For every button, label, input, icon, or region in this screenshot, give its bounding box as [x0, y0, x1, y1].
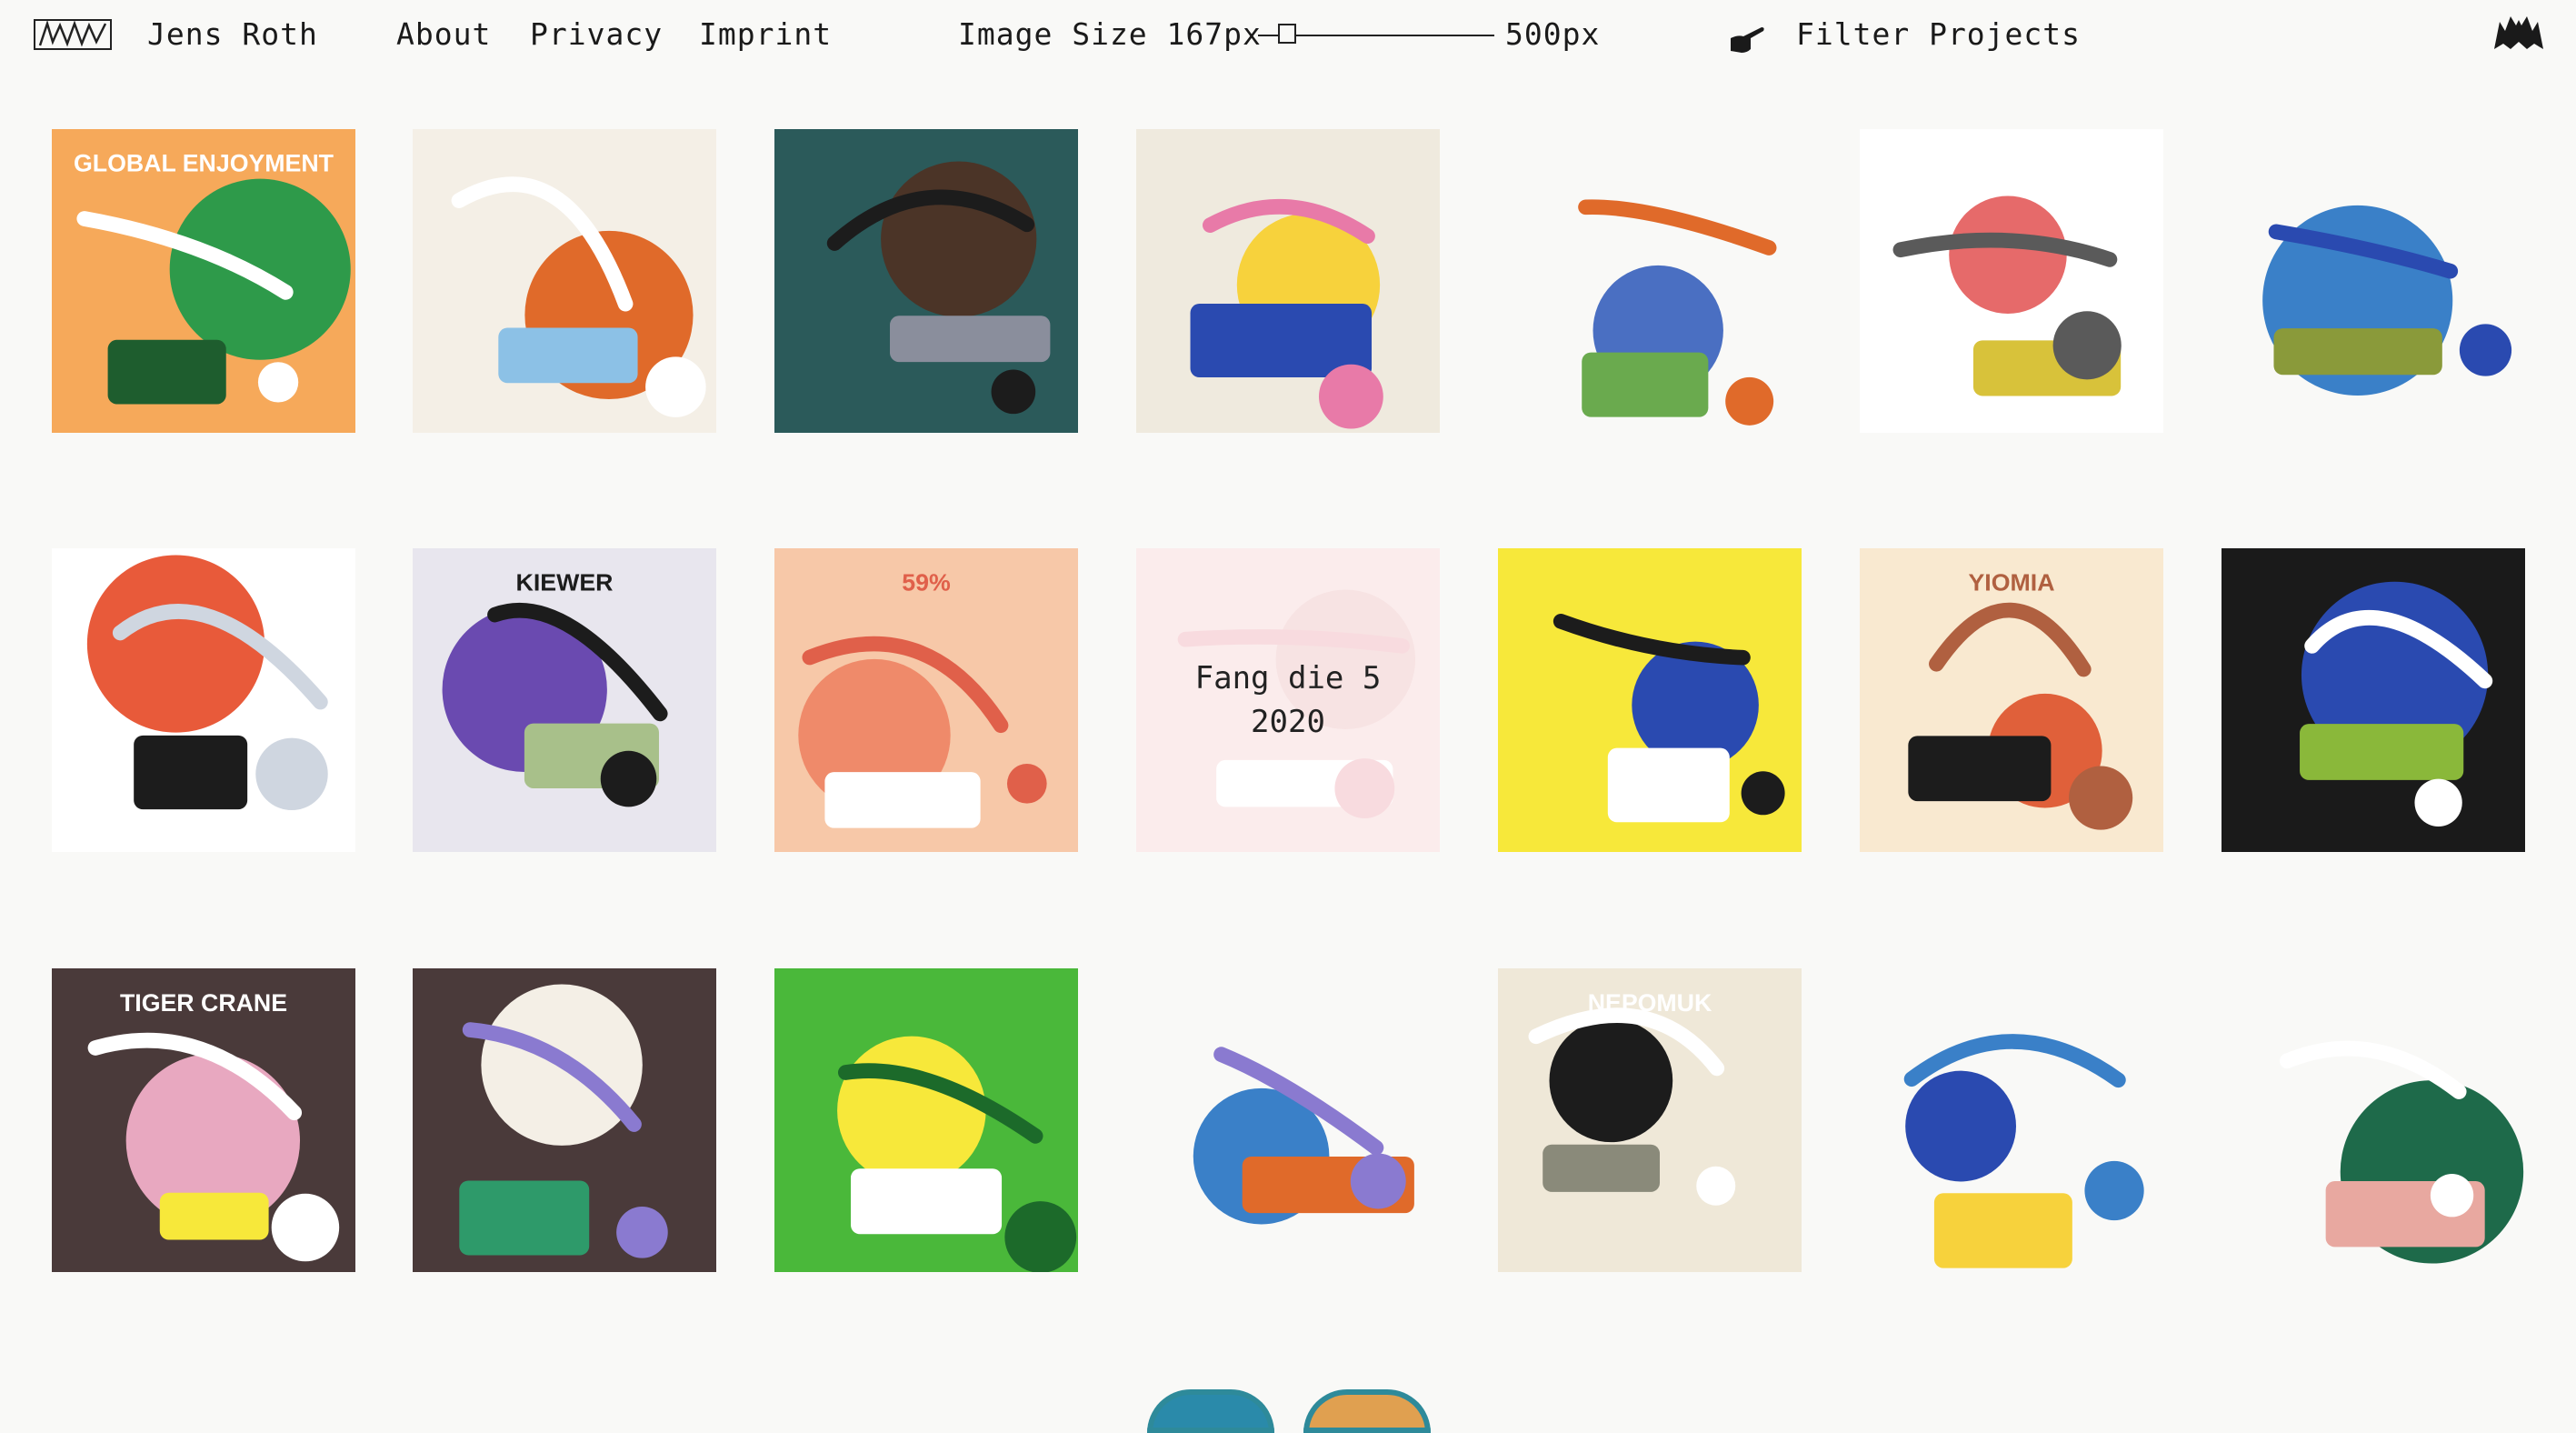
project-artwork — [2222, 129, 2525, 433]
bat-icon[interactable] — [2492, 13, 2545, 53]
project-tile-picnic-blanket[interactable] — [1498, 548, 1802, 852]
project-tile-dancers[interactable] — [1136, 968, 1440, 1272]
caption-line: 2020 — [1251, 704, 1325, 740]
project-artwork: NEPOMUK — [1498, 968, 1802, 1272]
project-artwork — [1136, 129, 1440, 433]
logo-icon[interactable] — [33, 18, 113, 51]
project-tile-bed-beater[interactable] — [774, 129, 1078, 433]
project-tile-stopwatch-cycling[interactable] — [774, 968, 1078, 1272]
project-artwork — [1498, 548, 1802, 852]
artwork-lettering: GLOBAL ENJOYMENT — [74, 150, 334, 177]
nav-link-imprint[interactable]: Imprint — [699, 16, 832, 52]
image-size-max: 500px — [1505, 16, 1601, 52]
project-artwork — [1498, 129, 1802, 433]
project-tile-man-vacuum[interactable] — [2222, 129, 2525, 433]
project-tile-rettungsring[interactable]: NEPOMUK — [1498, 968, 1802, 1272]
project-artwork: TIGER CRANE — [52, 968, 355, 1272]
project-artwork — [413, 129, 716, 433]
project-artwork — [774, 129, 1078, 433]
project-artwork — [774, 968, 1078, 1272]
project-tile-global-enjoyment[interactable]: GLOBAL ENJOYMENT — [52, 129, 355, 433]
project-tile-woman-food-hat[interactable] — [2222, 968, 2525, 1272]
site-name[interactable]: Jens Roth — [147, 16, 318, 52]
project-tile-earth-soup[interactable] — [1498, 129, 1802, 433]
artwork-lettering: 59% — [902, 569, 951, 596]
project-artwork: KIEWER — [413, 548, 716, 852]
project-tile-methan-cow[interactable]: 59% — [774, 548, 1078, 852]
top-navigation: Jens Roth About Privacy Imprint Image Si… — [0, 0, 2576, 73]
project-artwork — [2222, 548, 2525, 852]
project-artwork — [413, 968, 716, 1272]
image-size-slider[interactable] — [1258, 20, 1494, 51]
artwork-lettering: YIOMIA — [1968, 569, 2054, 596]
artwork-lettering: NEPOMUK — [1588, 989, 1712, 1017]
project-tile-kettles-triptych[interactable] — [2222, 548, 2525, 852]
nav-link-privacy[interactable]: Privacy — [530, 16, 663, 52]
project-artwork — [1860, 129, 2163, 433]
slider-knob[interactable] — [1277, 24, 1296, 44]
project-tile-fang-die-5[interactable]: Fang die 5 2020 — [1136, 548, 1440, 852]
project-tile-phone-figure[interactable] — [1860, 968, 2163, 1272]
project-artwork — [1860, 968, 2163, 1272]
project-artwork: YIOMIA — [1860, 548, 2163, 852]
project-tile-chef-selfie[interactable] — [413, 129, 716, 433]
project-tile-birds-circle[interactable] — [413, 968, 716, 1272]
image-size-label: Image Size 167px — [958, 16, 1262, 52]
project-tile-hands-poster[interactable]: YIOMIA — [1860, 548, 2163, 852]
project-artwork — [2222, 968, 2525, 1272]
artwork-lettering: TIGER CRANE — [120, 989, 287, 1017]
project-artwork — [1136, 968, 1440, 1272]
project-tile-music-band[interactable] — [1136, 129, 1440, 433]
project-tile-ladder-planet[interactable] — [52, 548, 355, 852]
filter-projects-button[interactable]: Filter Projects — [1796, 16, 2081, 52]
project-artwork: GLOBAL ENJOYMENT — [52, 129, 355, 433]
caption-line: Fang die 5 — [1194, 660, 1382, 696]
project-tile-partial[interactable] — [1147, 1389, 1274, 1433]
project-tile-fridge[interactable] — [1860, 129, 2163, 433]
project-artwork: 59% — [774, 548, 1078, 852]
artwork-lettering: KIEWER — [516, 569, 614, 596]
project-tile-kiewer-hunde[interactable]: KIEWER — [413, 548, 716, 852]
project-tile-tiger-crane[interactable]: TIGER CRANE — [52, 968, 355, 1272]
project-artwork — [52, 548, 355, 852]
pointing-hand-icon — [1731, 27, 1764, 53]
nav-link-about[interactable]: About — [396, 16, 491, 52]
tile-hover-caption: Fang die 5 2020 — [1136, 548, 1440, 852]
project-tile-partial[interactable] — [1303, 1389, 1431, 1433]
